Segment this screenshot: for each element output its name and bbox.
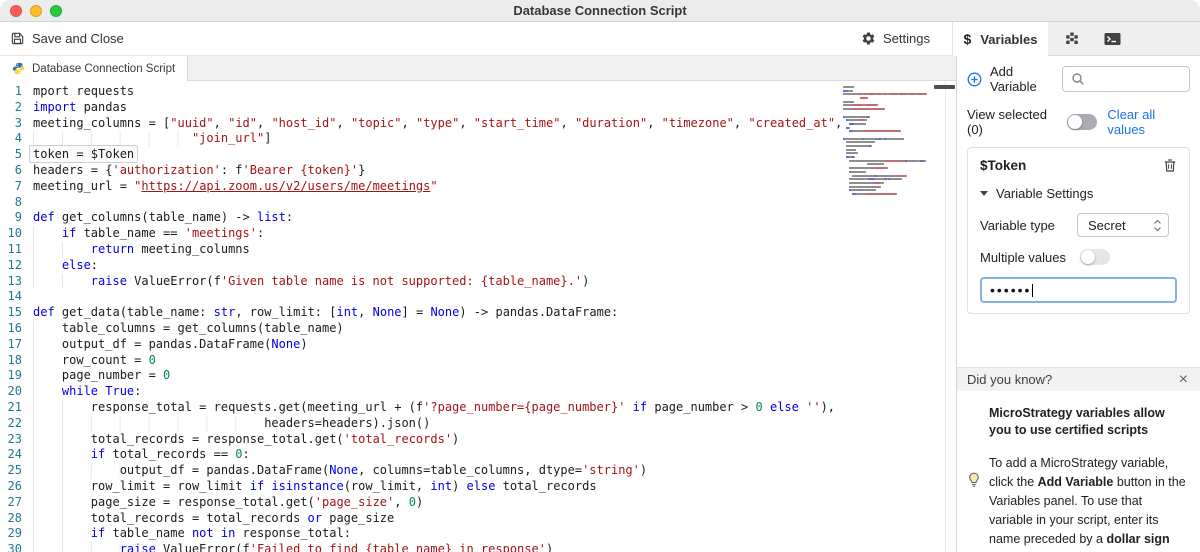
- variable-card: $Token Variable Settings Variable type S…: [967, 147, 1190, 314]
- view-selected-label: View selected (0): [967, 107, 1059, 137]
- code-line: 1mport requests: [0, 84, 956, 100]
- variable-type-label: Variable type: [980, 218, 1055, 233]
- triangle-down-icon: [980, 191, 988, 196]
- save-and-close-button[interactable]: Save and Close: [0, 22, 849, 56]
- editor-scrollbar[interactable]: [945, 81, 956, 552]
- code-line: 23total_records = response_total.get('to…: [0, 432, 956, 448]
- multiple-values-toggle[interactable]: [1080, 249, 1110, 265]
- code-line: 26row_limit = row_limit if isinstance(ro…: [0, 479, 956, 495]
- tip-paragraphs: To add a MicroStrategy variable, click t…: [989, 454, 1188, 552]
- settings-label: Settings: [883, 31, 930, 46]
- multiple-values-label: Multiple values: [980, 250, 1066, 265]
- titlebar: Database Connection Script: [0, 0, 1200, 22]
- secret-value: ••••••: [990, 285, 1031, 295]
- python-icon: [12, 62, 25, 75]
- text-cursor: [1032, 284, 1033, 297]
- did-you-know-section: Did you know? × MicroStrategy variables …: [957, 367, 1200, 552]
- variable-search-input[interactable]: [1062, 66, 1190, 92]
- up-down-chevrons-icon: [1153, 219, 1162, 232]
- code-line: 5token = $Token: [0, 147, 956, 163]
- minimize-window-button[interactable]: [30, 5, 42, 17]
- code-line: 24if total_records == 0:: [0, 447, 956, 463]
- tab-title: Database Connection Script: [32, 63, 175, 75]
- variables-panel: Add Variable View selected (0) Clear all…: [957, 56, 1200, 552]
- code-line: 17output_df = pandas.DataFrame(None): [0, 337, 956, 353]
- editor-column: Database Connection Script 1mport reques…: [0, 56, 957, 552]
- variable-settings-label: Variable Settings: [996, 186, 1093, 201]
- traffic-lights: [10, 5, 62, 17]
- tip-title: MicroStrategy variables allow you to use…: [989, 405, 1188, 439]
- code-line: 28total_records = total_records or page_…: [0, 511, 956, 527]
- scrollbar-thumb[interactable]: [934, 85, 955, 89]
- code-line: 20while True:: [0, 384, 956, 400]
- lightbulb-icon: [967, 407, 981, 552]
- zoom-window-button[interactable]: [50, 5, 62, 17]
- variables-label: Variables: [980, 32, 1037, 47]
- code-line: 14: [0, 289, 956, 305]
- close-window-button[interactable]: [10, 5, 22, 17]
- save-icon: [10, 31, 25, 46]
- settings-button[interactable]: Settings: [849, 22, 952, 56]
- code-line: 15def get_data(table_name: str, row_limi…: [0, 305, 956, 321]
- app-window: Database Connection Script Save and Clos…: [0, 0, 1200, 552]
- variable-type-select[interactable]: Secret: [1077, 213, 1169, 237]
- add-variable-button[interactable]: Add Variable: [967, 64, 1062, 94]
- trash-icon[interactable]: [1163, 158, 1177, 173]
- code-line: 27page_size = response_total.get('page_s…: [0, 495, 956, 511]
- code-line: 19page_number = 0: [0, 368, 956, 384]
- editor-tabbar: Database Connection Script: [0, 56, 956, 81]
- toolbar: Save and Close Settings $ Variables: [0, 22, 1200, 56]
- close-icon[interactable]: ×: [1179, 372, 1188, 388]
- code-line: 2import pandas: [0, 100, 956, 116]
- code-line: 25output_df = pandas.DataFrame(None, col…: [0, 463, 956, 479]
- packages-icon[interactable]: [1064, 31, 1080, 47]
- code-line: 6headers = {'authorization': f'Bearer {t…: [0, 163, 956, 179]
- window-title: Database Connection Script: [513, 3, 686, 18]
- clear-all-values-link[interactable]: Clear all values: [1107, 107, 1190, 137]
- search-icon: [1071, 72, 1085, 86]
- code-line: 13raise ValueError(f'Given table name is…: [0, 274, 956, 290]
- code-line: 8: [0, 195, 956, 211]
- code-line: 18row_count = 0: [0, 353, 956, 369]
- code-line: 16table_columns = get_columns(table_name…: [0, 321, 956, 337]
- minimap[interactable]: [843, 86, 936, 197]
- code-line: 7meeting_url = "https://api.zoom.us/v2/u…: [0, 179, 956, 195]
- code-line: 22headers=headers).json(): [0, 416, 956, 432]
- did-you-know-title: Did you know?: [967, 372, 1052, 387]
- code-line: 29if table_name not in response_total:: [0, 526, 956, 542]
- code-line: 3meeting_columns = ["uuid", "id", "host_…: [0, 116, 956, 132]
- code-line: 12else:: [0, 258, 956, 274]
- gear-icon: [861, 31, 876, 46]
- secret-value-input[interactable]: ••••••: [980, 277, 1177, 303]
- console-icon[interactable]: [1104, 32, 1121, 46]
- code-line: 11return meeting_columns: [0, 242, 956, 258]
- save-and-close-label: Save and Close: [32, 31, 124, 46]
- code-line: 9def get_columns(table_name) -> list:: [0, 210, 956, 226]
- tab-variables[interactable]: $ Variables: [952, 22, 1048, 56]
- code-line: 4"join_url"]: [0, 131, 956, 147]
- code-editor[interactable]: 1mport requests2import pandas3meeting_co…: [0, 81, 956, 552]
- variable-name: $Token: [980, 158, 1026, 173]
- variable-settings-collapse[interactable]: Variable Settings: [980, 186, 1177, 201]
- code-line: 21response_total = requests.get(meeting_…: [0, 400, 956, 416]
- toolbar-right-icons: [1048, 22, 1200, 56]
- code-line: 30raise ValueError(f'Failed to find {tab…: [0, 542, 956, 552]
- code-line: 10if table_name == 'meetings':: [0, 226, 956, 242]
- view-selected-toggle[interactable]: [1067, 114, 1097, 130]
- plus-circle-icon: [967, 72, 982, 87]
- add-variable-label: Add Variable: [990, 64, 1062, 94]
- main-area: Database Connection Script 1mport reques…: [0, 56, 1200, 552]
- tab-database-connection-script[interactable]: Database Connection Script: [0, 56, 188, 81]
- dollar-icon: $: [964, 31, 972, 47]
- variable-type-value: Secret: [1088, 218, 1126, 233]
- code-lines: 1mport requests2import pandas3meeting_co…: [0, 84, 956, 552]
